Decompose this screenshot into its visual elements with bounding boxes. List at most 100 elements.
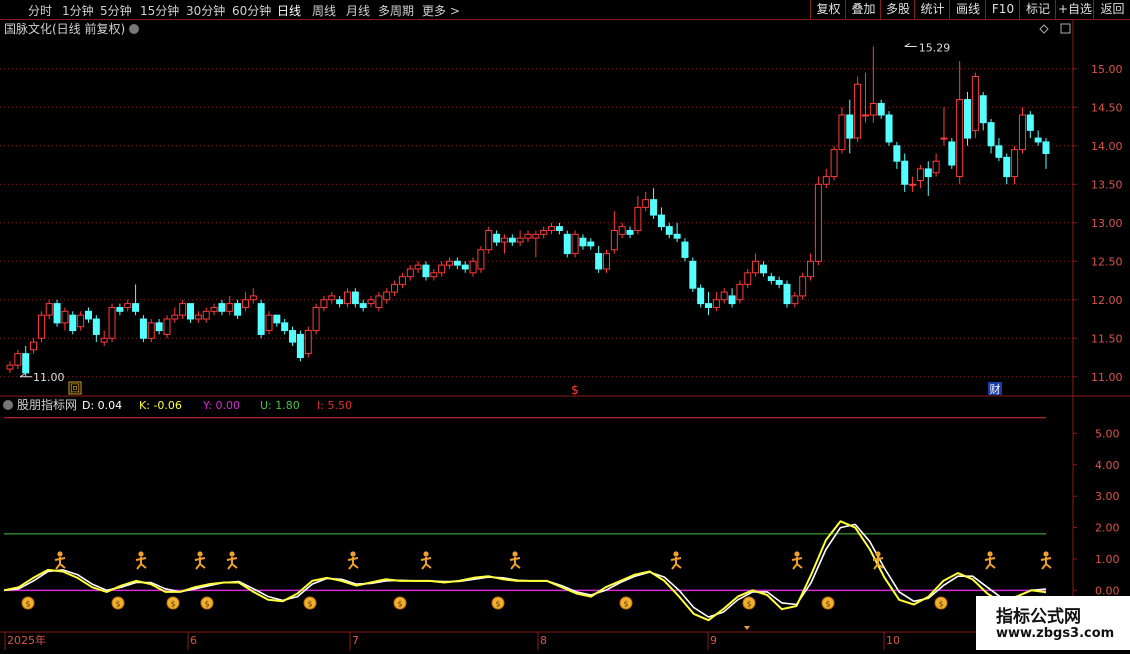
candle-body	[234, 303, 242, 316]
candle-body	[893, 145, 901, 162]
price-tick-label: 13.00	[1091, 217, 1123, 230]
candle-body	[791, 295, 799, 305]
buy-signal-icon	[670, 551, 682, 570]
candle-body	[869, 102, 877, 116]
candle-body	[987, 122, 995, 147]
candle-body	[759, 264, 767, 274]
tab-4[interactable]: 30分钟	[186, 2, 225, 19]
svg-text:$: $	[623, 600, 628, 609]
sell-signal-icon: $	[21, 596, 35, 610]
sell-signal-icon: $	[200, 596, 214, 610]
candle-body	[932, 160, 940, 174]
candle-body	[367, 299, 375, 305]
candle-body	[155, 322, 163, 332]
candle-body	[508, 237, 516, 243]
tool-button-4[interactable]: 画线	[949, 0, 986, 19]
title-dropdown-icon[interactable]	[129, 24, 139, 34]
candle-body	[84, 310, 92, 320]
low-price-label: 11.00	[33, 371, 65, 384]
svg-text:$: $	[397, 600, 402, 609]
watermark-title: 指标公式网	[996, 607, 1081, 627]
candle-body	[712, 299, 720, 308]
candle-body	[587, 241, 595, 247]
candle-body	[595, 253, 603, 270]
tool-button-7[interactable]: +自选	[1055, 0, 1094, 19]
indicator-tick-label: 2.00	[1095, 522, 1120, 535]
tool-button-2[interactable]: 多股	[880, 0, 915, 19]
candle-body	[877, 102, 885, 116]
candle-body	[697, 287, 705, 305]
candle-body	[657, 214, 665, 228]
indicator-tick-label: 3.00	[1095, 490, 1120, 503]
time-axis-label: 2025年	[7, 633, 46, 647]
tab-5[interactable]: 60分钟	[232, 2, 271, 19]
candle-body	[77, 314, 85, 328]
candle-body	[241, 299, 249, 308]
svg-text:$: $	[204, 600, 209, 609]
svg-text:$: $	[307, 600, 312, 609]
tab-2[interactable]: 5分钟	[100, 2, 132, 19]
sell-signal-icon: $	[303, 596, 317, 610]
tab-1[interactable]: 1分钟	[62, 2, 94, 19]
candle-body	[571, 233, 579, 255]
buy-signal-icon	[135, 551, 147, 570]
site-watermark: 指标公式网 www.zbgs3.com	[976, 596, 1130, 650]
candle-body	[132, 303, 140, 312]
price-tick-label: 14.00	[1091, 140, 1123, 153]
candle-body	[516, 237, 524, 243]
tab-6[interactable]: 日线	[277, 2, 301, 19]
candle-body	[202, 310, 210, 320]
tool-button-3[interactable]: 统计	[914, 0, 950, 19]
stock-chart[interactable]: 国脉文化(日线 前复权) 15.00 14.50 14.00 13.50 13.00 12.…	[0, 20, 1130, 650]
candle-body	[971, 75, 979, 131]
sell-signal-icon: $	[821, 596, 835, 610]
candle-body	[642, 199, 650, 208]
sell-signal-icon: $	[619, 596, 633, 610]
candle-body	[108, 306, 116, 339]
period-toolbar: 分时 1分钟 5分钟 15分钟 30分钟 60分钟 日线 周线 月线 多周期 更多 > 复权 叠加 多股统…	[0, 0, 1130, 20]
maximize-icon[interactable]	[1060, 23, 1071, 34]
tool-button-8[interactable]: 返回	[1093, 0, 1130, 19]
candle-body	[163, 318, 171, 335]
tool-button-1[interactable]: 叠加	[845, 0, 881, 19]
candle-body	[194, 314, 202, 320]
tab-8[interactable]: 月线	[346, 2, 370, 19]
event-marker-3: 财	[990, 382, 1001, 396]
candle-body	[1042, 141, 1050, 154]
buy-signal-icon	[420, 551, 432, 570]
candle-body	[838, 114, 846, 151]
candle-body	[548, 226, 556, 231]
time-axis-label: 8	[540, 634, 547, 647]
candle-body	[61, 310, 69, 324]
candle-body	[830, 149, 838, 178]
candle-body	[218, 303, 226, 312]
tab-9[interactable]: 多周期	[378, 2, 414, 19]
candle-body	[956, 99, 964, 178]
candle-body	[22, 353, 30, 374]
price-tick-label: 15.00	[1091, 63, 1123, 76]
candle-body	[916, 168, 924, 181]
candle-body	[265, 314, 273, 332]
svg-text:$: $	[115, 600, 120, 609]
tab-7[interactable]: 周线	[312, 2, 336, 19]
diamond-icon[interactable]	[1039, 24, 1049, 34]
candle-body	[540, 229, 548, 235]
tab-3[interactable]: 15分钟	[140, 2, 179, 19]
tab-0[interactable]: 分时	[28, 2, 52, 19]
price-tick-label: 12.50	[1091, 255, 1123, 268]
candle-body	[391, 283, 399, 293]
price-tick-label: 13.50	[1091, 178, 1123, 191]
tool-button-6[interactable]: 标记	[1019, 0, 1056, 19]
tool-button-0[interactable]: 复权	[810, 0, 846, 19]
tab-10[interactable]: 更多 >	[422, 2, 460, 19]
tool-button-5[interactable]: F10	[985, 0, 1020, 19]
sell-signal-icon: $	[491, 596, 505, 610]
candle-body	[1018, 114, 1026, 151]
candle-body	[532, 233, 540, 239]
sell-signal-icon: $	[393, 596, 407, 610]
candle-body	[257, 303, 265, 335]
indicator-dropdown-icon[interactable]	[3, 400, 13, 410]
candle-body	[446, 260, 454, 266]
price-tick-label: 14.50	[1091, 101, 1123, 114]
candle-body	[37, 314, 45, 339]
